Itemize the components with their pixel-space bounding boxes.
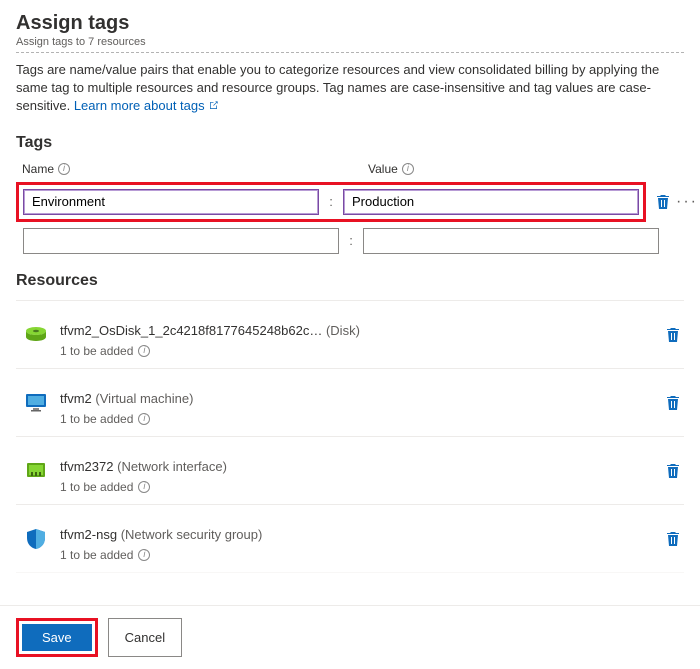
resources-section-title: Resources: [16, 272, 684, 290]
tag-value-header: Value i: [368, 162, 414, 176]
highlight-annotation: :: [16, 182, 646, 222]
remove-resource-button[interactable]: [662, 391, 684, 415]
resource-name: tfvm2372 (Network interface): [60, 459, 676, 474]
page-title: Assign tags: [16, 12, 684, 35]
save-button[interactable]: Save: [22, 624, 92, 651]
resource-name: tfvm2_OsDisk_1_2c4218f8177645248b62c… (D…: [60, 323, 676, 338]
learn-more-link[interactable]: Learn more about tags: [74, 98, 219, 113]
highlight-annotation: Save: [16, 618, 98, 657]
tag-name-header: Name i: [22, 162, 344, 176]
resource-status: 1 to be addedi: [60, 412, 676, 426]
trash-icon: [656, 194, 670, 210]
footer-toolbar: Save Cancel: [0, 605, 700, 669]
trash-icon: [666, 463, 680, 479]
resource-item-partial: [16, 572, 684, 602]
trash-icon: [666, 327, 680, 343]
trash-icon: [666, 531, 680, 547]
tag-row: :: [16, 228, 684, 254]
more-options-button[interactable]: ···: [674, 189, 700, 215]
cancel-button[interactable]: Cancel: [108, 618, 182, 657]
info-icon[interactable]: i: [138, 345, 150, 357]
tags-section-title: Tags: [16, 134, 684, 152]
external-link-icon: [208, 100, 219, 111]
resource-status: 1 to be addedi: [60, 548, 676, 562]
remove-resource-button[interactable]: [662, 527, 684, 551]
tag-row: : ···: [16, 182, 684, 222]
disk-icon: [24, 323, 48, 347]
remove-resource-button[interactable]: [662, 459, 684, 483]
vm-icon: [24, 391, 48, 415]
resource-name: tfvm2-nsg (Network security group): [60, 527, 676, 542]
description-text: Tags are name/value pairs that enable yo…: [16, 61, 684, 116]
tag-name-input[interactable]: [23, 189, 319, 215]
tag-name-input[interactable]: [23, 228, 339, 254]
learn-more-label: Learn more about tags: [74, 98, 205, 113]
delete-tag-button[interactable]: [652, 190, 674, 214]
info-icon[interactable]: i: [138, 413, 150, 425]
resource-item: tfvm2372 (Network interface) 1 to be add…: [16, 436, 684, 504]
resource-item: tfvm2-nsg (Network security group) 1 to …: [16, 504, 684, 572]
trash-icon: [666, 395, 680, 411]
tag-value-input[interactable]: [363, 228, 659, 254]
colon-separator: :: [319, 194, 343, 209]
nic-icon: [24, 459, 48, 483]
divider: [16, 52, 684, 53]
info-icon[interactable]: i: [58, 163, 70, 175]
resource-status: 1 to be addedi: [60, 480, 676, 494]
resource-item: tfvm2 (Virtual machine) 1 to be addedi: [16, 368, 684, 436]
resource-name: tfvm2 (Virtual machine): [60, 391, 676, 406]
page-subtitle: Assign tags to 7 resources: [16, 36, 684, 48]
tag-value-input[interactable]: [343, 189, 639, 215]
colon-separator: :: [339, 233, 363, 248]
remove-resource-button[interactable]: [662, 323, 684, 347]
resource-item: tfvm2_OsDisk_1_2c4218f8177645248b62c… (D…: [16, 300, 684, 368]
tag-header-row: Name i Value i: [16, 162, 684, 176]
resource-status: 1 to be addedi: [60, 344, 676, 358]
info-icon[interactable]: i: [138, 481, 150, 493]
shield-icon: [24, 527, 48, 551]
info-icon[interactable]: i: [138, 549, 150, 561]
info-icon[interactable]: i: [402, 163, 414, 175]
